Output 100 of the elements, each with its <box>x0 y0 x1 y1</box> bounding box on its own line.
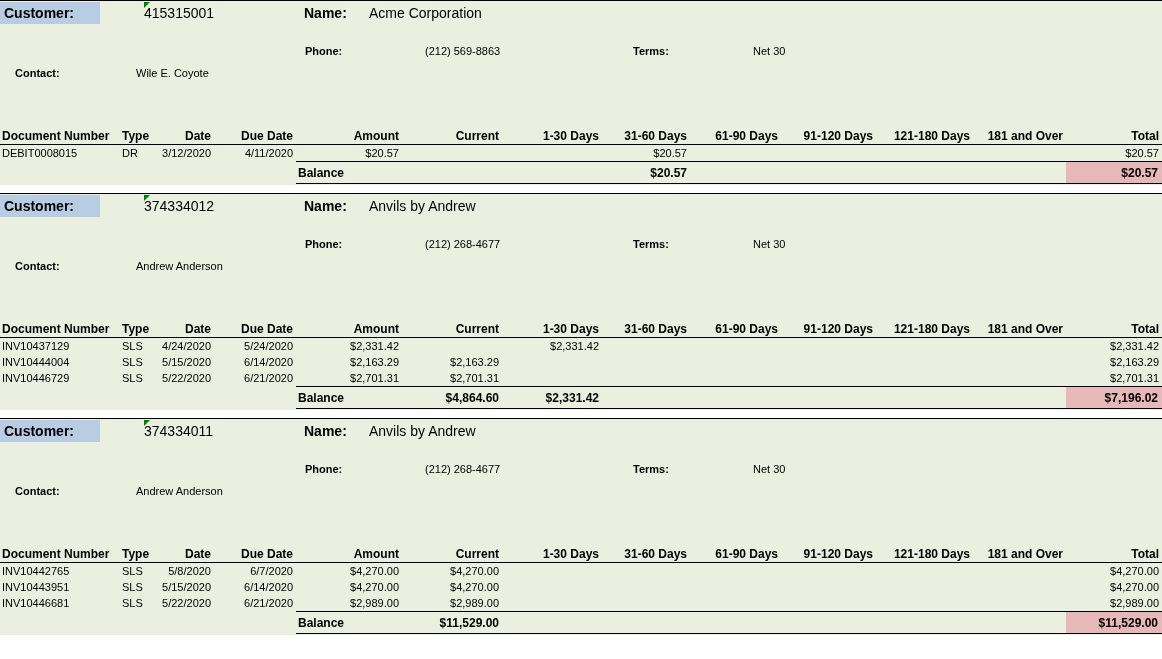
name-label: Name: <box>304 5 348 21</box>
balance-label: Balance <box>297 389 346 407</box>
comment-marker-icon <box>144 195 150 201</box>
table-cell-text: $2,989.00 <box>349 597 400 609</box>
balance-total-cell: $20.57 <box>1066 162 1162 183</box>
column-header: 91-120 Days <box>802 547 874 561</box>
table-cell-text: $2,331.42 <box>1109 340 1160 352</box>
terms-label: Terms: <box>633 238 670 250</box>
column-header: 91-120 Days <box>802 322 874 336</box>
customer-id: 374334011 <box>144 423 214 439</box>
contact-label: Contact: <box>15 260 61 272</box>
balance-label: Balance <box>297 614 346 632</box>
table-cell-text: SLS <box>122 340 144 352</box>
column-header: 61-90 Days <box>714 547 779 561</box>
table-cell-text: SLS <box>122 581 144 593</box>
column-header: 181 and Over <box>986 322 1064 336</box>
terms-label: Terms: <box>633 45 670 57</box>
comment-marker-icon <box>144 420 150 426</box>
column-header: Due Date <box>240 322 294 336</box>
phone-value: (212) 569-8863 <box>425 45 502 57</box>
table-cell-text: $2,331.42 <box>349 340 400 352</box>
phone-label: Phone: <box>305 238 344 250</box>
table-cell-text: 5/22/2020 <box>162 372 212 384</box>
terms-label: Terms: <box>633 463 670 475</box>
table-cell-text: 6/14/2020 <box>243 581 294 593</box>
table-cell-text: INV10446729 <box>2 372 71 384</box>
terms-value: Net 30 <box>753 45 787 57</box>
customer-id: 374334012 <box>144 198 215 214</box>
column-header: Total <box>1130 547 1160 561</box>
balance-cell-text: $2,331.42 <box>544 389 600 407</box>
table-cell-text: 3/12/2020 <box>162 147 212 159</box>
table-cell-text: $2,701.31 <box>349 372 400 384</box>
customer-name: Acme Corporation <box>369 5 482 21</box>
column-header: Amount <box>352 322 400 336</box>
column-header: Date <box>184 322 212 336</box>
contact-value: Andrew Anderson <box>136 260 224 272</box>
column-header: Due Date <box>240 129 294 143</box>
table-cell-text: SLS <box>122 565 144 577</box>
table-cell-text: DR <box>122 147 139 159</box>
table-cell-text: SLS <box>122 597 144 609</box>
table-cell-text: $2,701.31 <box>1109 372 1160 384</box>
contact-value: Andrew Anderson <box>136 485 224 497</box>
customer-label: Customer: <box>0 2 100 24</box>
column-header: Date <box>184 547 212 561</box>
table-cell-text: 6/21/2020 <box>243 597 294 609</box>
balance-total-cell: $11,529.00 <box>1066 612 1162 633</box>
column-header: Document Number <box>2 129 111 143</box>
table-cell-text: 5/15/2020 <box>162 581 212 593</box>
balance-cell-text: $11,529.00 <box>438 614 500 632</box>
table-cell-text: INV10443951 <box>2 581 71 593</box>
balance-cell-text: $4,864.60 <box>444 389 500 407</box>
column-header: 121-180 Days <box>892 129 971 143</box>
customer-name: Anvils by Andrew <box>369 198 476 214</box>
column-header: Amount <box>352 129 400 143</box>
column-header: 121-180 Days <box>892 322 971 336</box>
phone-value: (212) 268-4677 <box>425 463 502 475</box>
terms-value: Net 30 <box>753 463 787 475</box>
table-cell-text: 6/14/2020 <box>243 356 294 368</box>
table-cell-text: INV10446681 <box>2 597 71 609</box>
customer-name: Anvils by Andrew <box>369 423 476 439</box>
column-header: Current <box>454 322 500 336</box>
column-header: Type <box>122 547 151 561</box>
table-cell-text: $4,270.00 <box>349 565 400 577</box>
column-header: 91-120 Days <box>802 129 874 143</box>
table-cell-text: $2,701.31 <box>449 372 500 384</box>
column-header: 61-90 Days <box>714 129 779 143</box>
phone-value: (212) 268-4677 <box>425 238 502 250</box>
table-cell-text: 6/21/2020 <box>243 372 294 384</box>
balance-label: Balance <box>297 164 346 182</box>
column-header: 1-30 Days <box>541 547 600 561</box>
column-header: 61-90 Days <box>714 322 779 336</box>
customer-label: Customer: <box>0 420 100 442</box>
column-header: 1-30 Days <box>541 322 600 336</box>
table-cell-text: INV10437129 <box>2 340 71 352</box>
table-cell-text: $4,270.00 <box>1109 565 1160 577</box>
table-cell-text: 5/8/2020 <box>167 565 212 577</box>
name-label: Name: <box>304 198 348 214</box>
column-header: Document Number <box>2 547 111 561</box>
column-header: 31-60 Days <box>623 129 688 143</box>
terms-value: Net 30 <box>753 238 787 250</box>
comment-marker-icon <box>144 2 150 8</box>
table-cell-text: $2,163.29 <box>1109 356 1160 368</box>
column-header: Date <box>184 129 212 143</box>
column-header: 121-180 Days <box>892 547 971 561</box>
table-cell-text: INV10442765 <box>2 565 71 577</box>
table-cell-text: $4,270.00 <box>449 565 500 577</box>
table-cell-text: 5/15/2020 <box>162 356 212 368</box>
table-cell-text: $4,270.00 <box>449 581 500 593</box>
column-header: Total <box>1130 322 1160 336</box>
name-label: Name: <box>304 423 348 439</box>
column-header: Total <box>1130 129 1160 143</box>
phone-label: Phone: <box>305 463 344 475</box>
contact-label: Contact: <box>15 485 61 497</box>
table-cell-text: $2,989.00 <box>1109 597 1160 609</box>
column-header: 1-30 Days <box>541 129 600 143</box>
column-header: Type <box>122 322 151 336</box>
table-cell-text: INV10444004 <box>2 356 71 368</box>
customer-id: 415315001 <box>144 5 215 21</box>
column-header: 31-60 Days <box>623 322 688 336</box>
table-cell-text: SLS <box>122 372 144 384</box>
